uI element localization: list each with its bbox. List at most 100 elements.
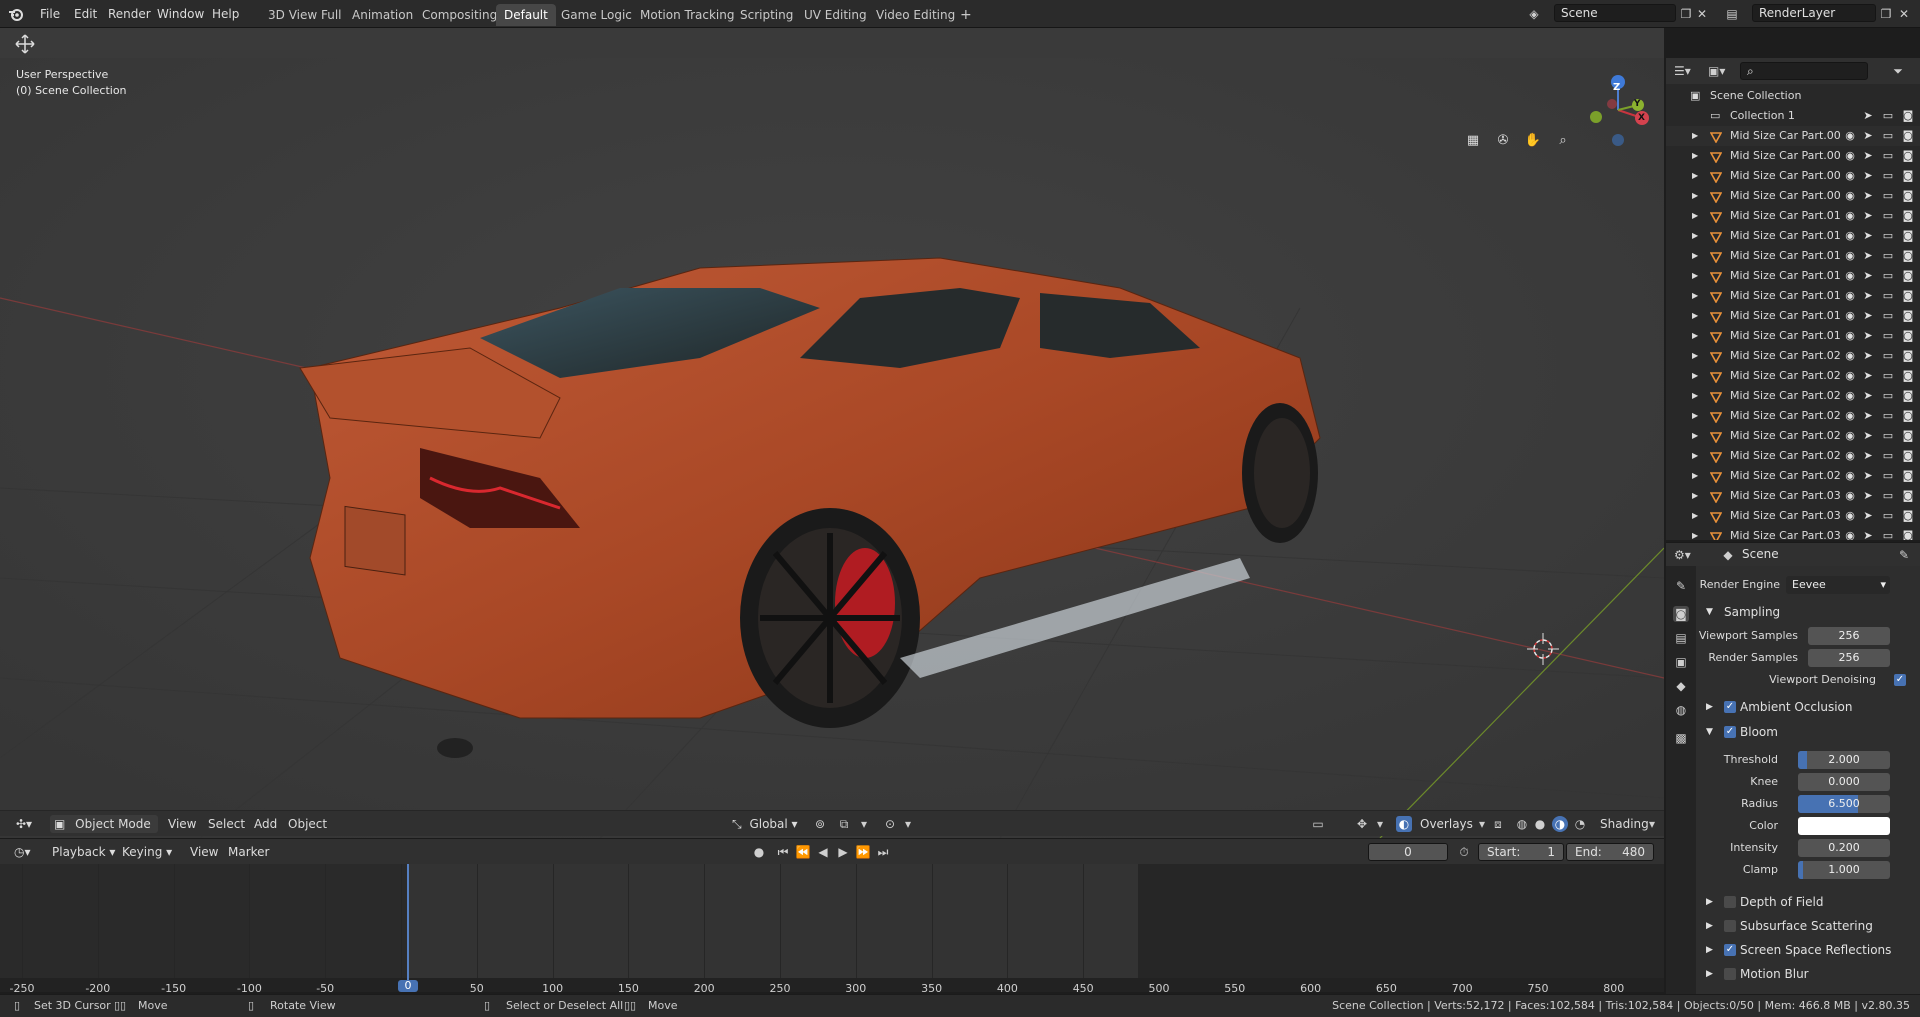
selectable-icon[interactable]: ➤ — [1860, 166, 1876, 186]
outliner-object-row[interactable]: ▶ Mid Size Car Part.03 ◉ ➤ ▭ ◙ — [1666, 506, 1920, 526]
outliner-object-row[interactable]: ▶ Mid Size Car Part.01 ◉ ➤ ▭ ◙ — [1666, 326, 1920, 346]
end-frame-field[interactable]: End: 480 — [1566, 843, 1654, 861]
viewport-toggle-icon[interactable]: ▭ — [1880, 266, 1896, 286]
expand-arrow-icon[interactable]: ▶ — [1692, 386, 1698, 406]
render-toggle-icon[interactable]: ◙ — [1900, 466, 1916, 486]
viewport-toggle-icon[interactable]: ▭ — [1880, 386, 1896, 406]
outliner-scene-collection[interactable]: ▣ Scene Collection — [1666, 86, 1920, 106]
menu-help[interactable]: Help — [212, 5, 239, 23]
screen-space-reflections-section[interactable]: ▶ ✓ Screen Space Reflections — [1696, 938, 1920, 962]
expand-arrow-icon[interactable]: ▶ — [1692, 126, 1698, 146]
scene-name-field[interactable]: Scene — [1554, 4, 1676, 22]
solid-shading-icon[interactable]: ● — [1532, 816, 1548, 832]
render-toggle-icon[interactable]: ◙ — [1900, 126, 1916, 146]
visibility-eye-icon[interactable]: ◉ — [1842, 266, 1858, 286]
threshold-slider[interactable]: 2.000 — [1798, 751, 1890, 769]
render-toggle-icon[interactable]: ◙ — [1900, 346, 1916, 366]
render-toggle-icon[interactable]: ◙ — [1900, 186, 1916, 206]
display-mode-icon[interactable]: ▣▾ — [1708, 63, 1725, 79]
outliner[interactable]: ▣ Scene Collection ▭ Collection 1 ➤ ▭ ◙ … — [1666, 84, 1920, 540]
visibility-eye-icon[interactable]: ◉ — [1842, 506, 1858, 526]
viewport-toggle-icon[interactable]: ▭ — [1880, 426, 1896, 446]
tab-compositing[interactable]: Compositing — [414, 4, 505, 26]
tab-video-editing[interactable]: Video Editing — [868, 4, 963, 26]
bloom-section[interactable]: ▼ ✓ Bloom — [1696, 720, 1920, 744]
snap-chevron-icon[interactable]: ▾ — [856, 816, 872, 832]
selectable-icon[interactable]: ➤ — [1860, 246, 1876, 266]
texture-tab-icon[interactable]: ▩ — [1673, 730, 1689, 746]
menu-keying[interactable]: Keying ▾ — [122, 843, 172, 861]
viewport-toggle-icon[interactable]: ▭ — [1880, 506, 1896, 526]
selectable-icon[interactable]: ➤ — [1860, 486, 1876, 506]
expand-arrow-icon[interactable]: ▶ — [1692, 266, 1698, 286]
jump-end-icon[interactable]: ⏭ — [875, 844, 891, 860]
intensity-slider[interactable]: 0.200 — [1798, 839, 1890, 857]
tab-uv-editing[interactable]: UV Editing — [796, 4, 875, 26]
selectable-icon[interactable]: ➤ — [1860, 126, 1876, 146]
viewport-toggle-icon[interactable]: ▭ — [1880, 526, 1896, 540]
wireframe-shading-icon[interactable]: ◍ — [1514, 816, 1530, 832]
render-toggle-icon[interactable]: ◙ — [1900, 226, 1916, 246]
selectable-icon[interactable]: ➤ — [1860, 306, 1876, 326]
ambient-occlusion-checkbox[interactable]: ✓ — [1724, 701, 1736, 713]
viewport-toggle-icon[interactable]: ▭ — [1880, 486, 1896, 506]
selectable-icon[interactable]: ➤ — [1860, 466, 1876, 486]
selectable-icon[interactable]: ➤ — [1860, 406, 1876, 426]
expand-arrow-icon[interactable]: ▶ — [1692, 166, 1698, 186]
ambient-occlusion-section[interactable]: ▶ ✓ Ambient Occlusion — [1696, 695, 1920, 719]
viewport-toggle-icon[interactable]: ▭ — [1880, 186, 1896, 206]
viewport-toggle-icon[interactable]: ▭ — [1880, 246, 1896, 266]
subsurface-scattering-checkbox[interactable] — [1724, 920, 1736, 932]
jump-keyframe-forward-icon[interactable]: ⏩ — [855, 844, 871, 860]
expand-arrow-icon[interactable]: ▶ — [1692, 466, 1698, 486]
overlays-dropdown[interactable]: Overlays — [1420, 815, 1473, 833]
viewport-toggle-icon[interactable]: ▭ — [1880, 226, 1896, 246]
menu-edit[interactable]: Edit — [74, 5, 97, 23]
zoom-icon[interactable]: ⌕ — [1552, 130, 1574, 152]
viewport-toggle-icon[interactable]: ▭ — [1880, 106, 1896, 126]
jump-start-icon[interactable]: ⏮ — [775, 844, 791, 860]
pin-icon[interactable]: ✎ — [1896, 547, 1912, 563]
depth-of-field-section[interactable]: ▶ Depth of Field — [1696, 890, 1920, 914]
object-mode-dropdown[interactable]: ▣ Object Mode ▾ — [50, 815, 158, 849]
visibility-eye-icon[interactable]: ◉ — [1842, 146, 1858, 166]
expand-arrow-icon[interactable]: ▶ — [1692, 306, 1698, 326]
render-toggle-icon[interactable]: ◙ — [1900, 166, 1916, 186]
visibility-eye-icon[interactable]: ◉ — [1842, 426, 1858, 446]
visibility-eye-icon[interactable]: ◉ — [1842, 466, 1858, 486]
viewport-denoising-checkbox[interactable]: ✓ — [1894, 674, 1906, 686]
gizmo-x-label[interactable]: X — [1638, 113, 1645, 123]
visibility-eye-icon[interactable]: ◉ — [1842, 346, 1858, 366]
outliner-editor-icon[interactable]: ☰▾ — [1674, 63, 1691, 79]
render-layer-field[interactable]: RenderLayer — [1752, 4, 1876, 22]
expand-arrow-icon[interactable]: ▶ — [1692, 146, 1698, 166]
render-tab-icon[interactable]: ◙ — [1673, 606, 1689, 622]
selectable-icon[interactable]: ➤ — [1860, 186, 1876, 206]
record-icon[interactable]: ● — [751, 844, 767, 860]
outliner-object-row[interactable]: ▶ Mid Size Car Part.02 ◉ ➤ ▭ ◙ — [1666, 386, 1920, 406]
view-layer-tab-icon[interactable]: ▣ — [1673, 654, 1689, 670]
selectable-icon[interactable]: ➤ — [1860, 386, 1876, 406]
start-frame-field[interactable]: Start: 1 — [1478, 843, 1564, 861]
menu-timeline-view[interactable]: View — [190, 843, 218, 861]
play-icon[interactable]: ▶ — [835, 844, 851, 860]
depth-of-field-checkbox[interactable] — [1724, 896, 1736, 908]
selectable-icon[interactable]: ➤ — [1860, 366, 1876, 386]
visibility-eye-icon[interactable]: ◉ — [1842, 406, 1858, 426]
selectable-icon[interactable]: ➤ — [1860, 506, 1876, 526]
motion-blur-checkbox[interactable] — [1724, 968, 1736, 980]
outliner-object-row[interactable]: ▶ Mid Size Car Part.02 ◉ ➤ ▭ ◙ — [1666, 346, 1920, 366]
screen-space-reflections-checkbox[interactable]: ✓ — [1724, 944, 1736, 956]
selectable-icon[interactable]: ➤ — [1860, 446, 1876, 466]
bloom-checkbox[interactable]: ✓ — [1724, 726, 1736, 738]
viewport-toggle-icon[interactable]: ▭ — [1880, 166, 1896, 186]
menu-view[interactable]: View — [168, 815, 196, 833]
menu-object[interactable]: Object — [288, 815, 327, 833]
tab-3d-view-full[interactable]: 3D View Full — [260, 4, 350, 26]
material-shading-icon[interactable]: ◑ — [1552, 816, 1568, 832]
selectable-icon[interactable]: ➤ — [1860, 146, 1876, 166]
playhead-frame[interactable]: 0 — [398, 980, 418, 992]
selectable-icon[interactable]: ➤ — [1860, 206, 1876, 226]
visibility-eye-icon[interactable]: ◉ — [1842, 486, 1858, 506]
render-toggle-icon[interactable]: ◙ — [1900, 246, 1916, 266]
